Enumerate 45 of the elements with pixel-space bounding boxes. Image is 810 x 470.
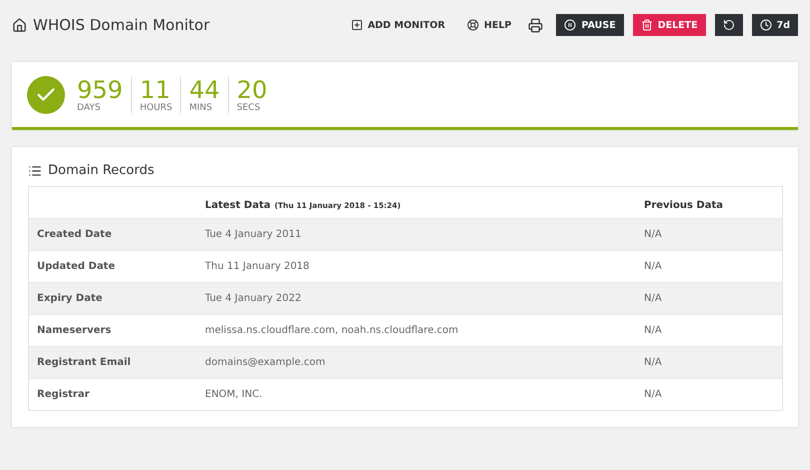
clock-icon [760,19,772,31]
section-title: Domain Records [48,163,154,178]
table-cell-text: Tue 4 January 2022 [204,293,302,304]
app-title: WHOIS Domain Monitor [33,16,211,34]
countdown-value: 11 [140,76,170,102]
table-cell-text: melissa.ns.cloudflare.com, noah.ns.cloudflare.com [204,325,460,336]
table-cell-text: N/A [643,357,663,368]
toolbar-button[interactable]: HELP [463,14,516,36]
field-label: Registrant Email [36,357,132,368]
toolbar-button[interactable]: DELETE [632,14,706,36]
countdown-unit: SECS [236,102,262,112]
countdown-unit: MINS [189,102,214,112]
field-label: Updated Date [36,261,116,272]
table-cell-text: N/A [643,325,663,336]
column-header: Previous Data [644,200,723,211]
toolbar-button[interactable]: 7d [752,14,798,36]
countdown-value: 959 [77,76,123,102]
table-cell-text: ENOM, INC. [204,389,264,400]
table-cell-text: N/A [643,261,663,272]
field-label: Nameservers [36,325,112,336]
trash-icon [640,19,653,31]
countdown-value: 44 [189,76,220,102]
table-cell-text: Thu 11 January 2018 [204,261,310,272]
pause-icon [564,19,576,31]
add-icon [350,19,363,31]
field-label: Expiry Date [36,293,104,304]
table-cell-text: N/A [643,389,663,400]
field-label: Registrar [36,389,90,400]
toolbar-button[interactable]: ADD MONITOR [346,14,450,36]
table-cell-text: N/A [643,293,663,304]
refresh-icon [722,19,735,31]
table-cell-text: N/A [643,229,663,240]
lifebuoy-icon [467,19,480,31]
countdown-unit: HOURS [140,102,172,112]
table-cell-text: domains@example.com [204,357,326,368]
countdown-value: 20 [236,76,268,102]
printer-icon [528,18,544,32]
list-icon [28,164,42,178]
column-header: Latest Data [205,200,270,211]
table-cell-text: Tue 4 January 2011 [204,229,302,240]
home-icon[interactable] [12,18,27,32]
toolbar-button[interactable]: PAUSE [556,14,624,36]
refresh-button[interactable] [714,14,743,36]
countdown-unit: DAYS [77,102,102,112]
field-label: Created Date [36,229,113,240]
